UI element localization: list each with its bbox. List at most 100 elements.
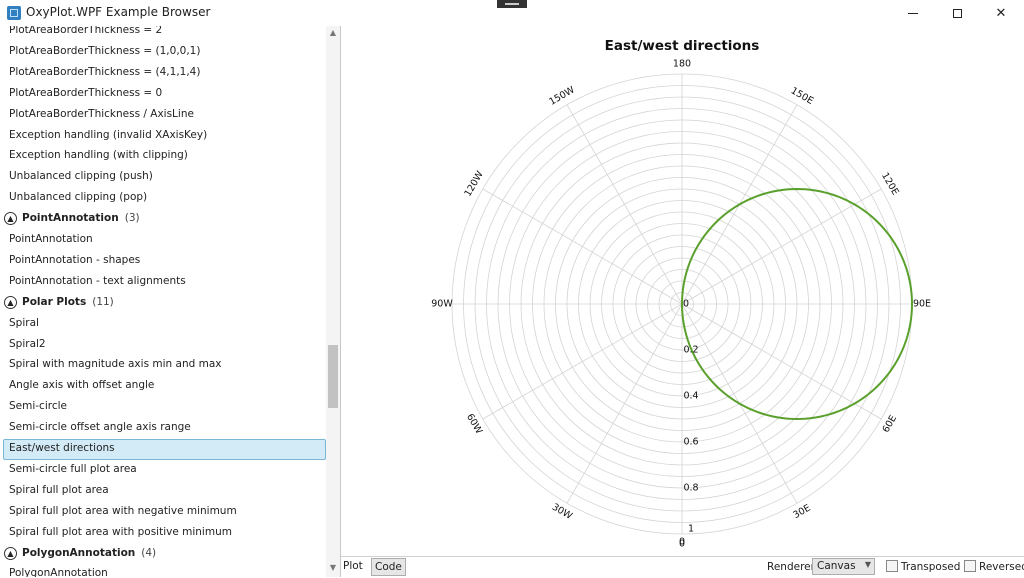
angle-tick-label: 180 [673, 59, 691, 70]
angle-tick-label: 120E [879, 171, 901, 197]
angle-tick-label: 90E [913, 299, 931, 310]
list-item[interactable]: PolygonAnnotation [0, 564, 326, 577]
angle-tick-label: 120W [463, 169, 487, 199]
magnitude-tick-label: 0.4 [683, 391, 698, 402]
list-item[interactable]: PointAnnotation - text alignments [0, 272, 326, 293]
collapse-chevron-icon[interactable]: ▲ [4, 546, 17, 560]
renderer-value: Canvas [817, 560, 856, 572]
list-item-label: Spiral full plot area [9, 483, 109, 496]
chart-title: East/west directions [605, 38, 760, 54]
grid-spoke [482, 303, 683, 420]
maximize-button[interactable] [935, 0, 979, 26]
grid-spoke [482, 188, 683, 305]
transposed-checkbox[interactable] [886, 560, 898, 572]
renderer-select[interactable]: Canvas ▼ [812, 558, 875, 575]
list-item-label: Spiral full plot area with negative mini… [9, 504, 237, 517]
list-item[interactable]: Semi-circle [0, 397, 326, 418]
drag-grip-icon[interactable] [497, 0, 527, 8]
list-item[interactable]: PlotAreaBorderThickness = (4,1,1,4) [0, 63, 326, 84]
angle-tick-label: 150W [547, 84, 577, 108]
angle-tick-label: 30W [550, 502, 575, 523]
group-header[interactable]: ▲ PolygonAnnotation (4) [0, 544, 326, 565]
list-item[interactable]: Semi-circle offset angle axis range [0, 418, 326, 439]
list-item[interactable]: Spiral with magnitude axis min and max [0, 355, 326, 376]
list-item-label: PlotAreaBorderThickness / AxisLine [9, 107, 194, 120]
list-item[interactable]: Spiral full plot area with negative mini… [0, 502, 326, 523]
group-header[interactable]: ▲ Polar Plots (11) [0, 293, 326, 314]
list-item[interactable]: Unbalanced clipping (push) [0, 167, 326, 188]
polar-chart: East/west directions 180 150E 120E 90E 60E 30… [431, 38, 931, 550]
example-list[interactable]: PlotAreaBorderThickness = 2 PlotAreaBorde… [0, 26, 341, 577]
list-item[interactable]: Semi-circle full plot area [0, 460, 326, 481]
grid-spoke [681, 188, 882, 305]
collapse-chevron-icon[interactable]: ▲ [4, 212, 17, 226]
close-icon: ✕ [995, 5, 1007, 21]
bottom-toolbar: Plot Code Renderer: Canvas ▼ Transposed … [341, 556, 1024, 578]
group-name: PointAnnotation [22, 212, 119, 225]
magnitude-tick-label: 0.8 [683, 483, 698, 494]
list-item-label: Unbalanced clipping (push) [9, 170, 153, 183]
tab-plot[interactable]: Plot [343, 560, 363, 572]
group-count: (11) [92, 295, 114, 308]
app-icon [7, 6, 21, 20]
angle-tick-label-bottom: 0 [679, 537, 685, 548]
chevron-down-icon: ▼ [864, 560, 871, 569]
list-item-label: PlotAreaBorderThickness = 0 [9, 86, 163, 99]
reversed-checkbox[interactable] [964, 560, 976, 572]
list-item-label: Unbalanced clipping (pop) [9, 191, 148, 204]
list-item[interactable]: Spiral full plot area [0, 481, 326, 502]
list-item-label: Exception handling (with clipping) [9, 149, 188, 162]
window-title: OxyPlot.WPF Example Browser [26, 5, 211, 19]
angle-tick-label: 60W [464, 412, 485, 437]
tab-code[interactable]: Code [371, 558, 406, 576]
list-item-selected[interactable]: East/west directions [3, 439, 326, 460]
list-item[interactable]: PlotAreaBorderThickness / AxisLine [0, 105, 326, 126]
maximize-icon [952, 8, 962, 18]
list-item-label: PlotAreaBorderThickness = 2 [9, 26, 163, 36]
close-button[interactable]: ✕ [979, 0, 1023, 26]
grid-spoke [566, 104, 683, 305]
list-item[interactable]: Spiral2 [0, 335, 326, 356]
list-item-label: PolygonAnnotation [9, 567, 108, 577]
list-item-label: PointAnnotation - text alignments [9, 274, 186, 287]
list-item-label: Spiral2 [9, 337, 46, 350]
list-item-label: East/west directions [9, 442, 115, 454]
group-name: Polar Plots [22, 295, 87, 308]
collapse-chevron-icon[interactable]: ▲ [4, 295, 17, 309]
grid-spoke [681, 303, 882, 420]
list-item-label: Exception handling (invalid XAxisKey) [9, 128, 208, 141]
list-item-label: Angle axis with offset angle [9, 379, 155, 392]
scrollbar-thumb[interactable] [328, 345, 338, 408]
list-item-label: Semi-circle offset angle axis range [9, 421, 191, 434]
list-item[interactable]: Angle axis with offset angle [0, 376, 326, 397]
list-item-label: Spiral full plot area with positive mini… [9, 525, 232, 538]
list-item[interactable]: PlotAreaBorderThickness = (1,0,0,1) [0, 42, 326, 63]
scrollbar-track[interactable] [326, 26, 340, 577]
list-item-label: PlotAreaBorderThickness = (4,1,1,4) [9, 65, 201, 78]
group-count: (4) [141, 546, 157, 559]
list-item[interactable]: PlotAreaBorderThickness = 0 [0, 84, 326, 105]
list-item[interactable]: Unbalanced clipping (pop) [0, 188, 326, 209]
list-item[interactable]: Spiral [0, 314, 326, 335]
grid-spoke [566, 303, 683, 504]
list-item[interactable]: PlotAreaBorderThickness = 2 [0, 26, 326, 42]
magnitude-tick-label: 0.2 [683, 345, 698, 356]
list-item[interactable]: Spiral full plot area with positive mini… [0, 523, 326, 544]
list-item[interactable]: Exception handling (invalid XAxisKey) [0, 126, 326, 147]
group-count: (3) [124, 212, 140, 225]
minimize-button[interactable] [891, 0, 935, 26]
list-item-label: Semi-circle full plot area [9, 462, 137, 475]
list-item-label: PlotAreaBorderThickness = (1,0,0,1) [9, 44, 201, 57]
plot-view[interactable]: East/west directions 180 150E 120E 90E 60E 30… [341, 26, 1024, 556]
title-bar: OxyPlot.WPF Example Browser ✕ [0, 0, 1024, 26]
list-item[interactable]: Exception handling (with clipping) [0, 146, 326, 167]
group-header[interactable]: ▲ PointAnnotation (3) [0, 209, 326, 230]
reversed-label: Reversed [979, 561, 1024, 573]
magnitude-tick-label: 1 [688, 524, 694, 535]
magnitude-tick-label: 0.6 [683, 437, 698, 448]
scroll-down-icon[interactable]: ▼ [327, 563, 339, 573]
list-item[interactable]: PointAnnotation [0, 230, 326, 251]
angle-tick-label: 90W [431, 299, 453, 310]
scroll-up-icon[interactable]: ▲ [327, 28, 339, 38]
list-item[interactable]: PointAnnotation - shapes [0, 251, 326, 272]
